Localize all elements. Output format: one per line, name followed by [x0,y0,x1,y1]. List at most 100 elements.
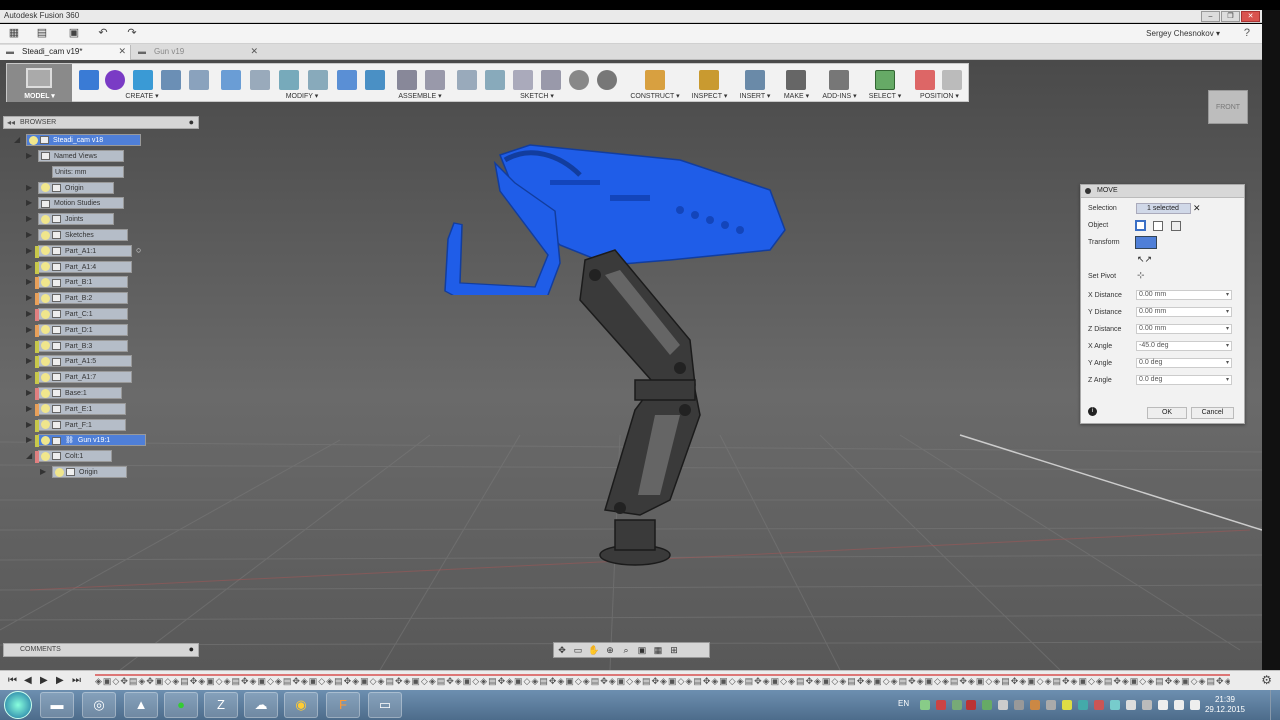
info-icon[interactable]: i [1088,407,1097,416]
assemble-menu[interactable]: ASSEMBLE ▾ [390,92,450,100]
construct-menu[interactable]: CONSTRUCT ▾ [625,92,685,100]
dropdown-arrow-icon[interactable]: ▾ [1226,291,1229,299]
expand-arrow-icon[interactable]: ▶ [26,262,32,271]
browser-item[interactable]: ▶ Part_B:1 [26,276,130,290]
expand-arrow-icon[interactable]: ▶ [26,435,32,444]
expand-arrow-icon[interactable]: ▶ [26,293,32,302]
rectangle-icon[interactable] [513,70,533,90]
tab-gun[interactable]: ▬ Gun v19 ✕ [132,45,262,60]
show-desktop-button[interactable] [1270,690,1280,720]
tray-icon[interactable] [1030,700,1040,710]
selection-chip[interactable]: 1 selected [1136,203,1191,214]
tray-icon[interactable] [920,700,930,710]
go-to-end-icon[interactable]: ⏭ [72,675,81,686]
visibility-bulb-icon[interactable] [41,214,50,224]
step-forward-icon[interactable]: ▶ [56,675,64,686]
sweep-icon[interactable] [189,70,209,90]
browser-item[interactable]: ▶ Base:1 [26,387,124,400]
tray-icon[interactable] [1094,700,1104,710]
step-back-icon[interactable]: ◀ [24,675,32,686]
cancel-button[interactable]: Cancel [1191,407,1234,419]
fit-icon[interactable]: ⌕ [618,643,634,657]
browser-item[interactable]: Units: mm [40,165,126,178]
browser-item[interactable]: ▶ Part_A1:7 [26,371,134,385]
visibility-bulb-icon[interactable] [41,388,50,398]
project-icon[interactable] [597,70,617,90]
tray-icon[interactable] [1062,700,1072,710]
dropdown-arrow-icon[interactable]: ▾ [1226,342,1229,350]
expand-arrow-icon[interactable]: ▶ [26,388,32,397]
close-tab-icon[interactable]: ✕ [250,46,258,57]
create-menu[interactable]: CREATE ▾ [117,92,167,100]
visibility-bulb-icon[interactable] [41,404,50,414]
faces-option-icon[interactable] [1171,221,1181,231]
display-icon[interactable]: ▭ [368,692,402,718]
network-icon[interactable] [1158,700,1168,710]
pin-icon[interactable]: ● [189,644,194,654]
help-icon[interactable]: ? [1244,27,1250,39]
battery-icon[interactable] [1190,700,1200,710]
tray-icon[interactable] [1126,700,1136,710]
revolve-icon[interactable] [161,70,181,90]
cloud-icon[interactable]: ☁ [244,692,278,718]
3d-viewport[interactable]: MODEL ▾ CREATE ▾ MODIFY ▾ ASSEMBLE ▾ SKE… [0,60,1262,670]
select-menu[interactable]: SELECT ▾ [865,92,905,100]
expand-arrow-icon[interactable]: ▶ [26,372,32,381]
visibility-bulb-icon[interactable] [41,293,50,303]
extrude-icon[interactable] [133,70,153,90]
browser-root[interactable]: ◢ Steadi_cam v18 [14,134,141,146]
visibility-bulb-icon[interactable] [55,467,64,477]
plane-icon[interactable] [645,70,665,90]
insert-image-icon[interactable] [745,70,765,90]
minimize-button[interactable]: – [1201,11,1220,22]
field-input[interactable]: 0.0 deg ▾ [1136,375,1232,385]
pan-icon[interactable]: ✋ [586,643,602,657]
spotify-icon[interactable]: ● [164,692,198,718]
app-icon[interactable]: ▲ [124,692,158,718]
tray-icon[interactable] [1110,700,1120,710]
browser-item[interactable]: ▶ Part_A1:1 ○ [26,244,141,258]
fillet-icon[interactable] [250,70,270,90]
redo-icon[interactable]: ↷ [124,26,140,41]
browser-item[interactable]: ▶ Named Views [26,150,126,162]
zoom-icon[interactable]: ⊕ [602,643,618,657]
chamfer-icon[interactable] [279,70,299,90]
tray-icon[interactable] [1014,700,1024,710]
visibility-bulb-icon[interactable] [41,262,50,272]
scripts-icon[interactable] [829,70,849,90]
translate-icon[interactable]: ↖↗ [1137,254,1152,265]
pivot-icon[interactable]: ⊹ [1137,270,1145,281]
tray-icon[interactable] [1078,700,1088,710]
timeline-settings-icon[interactable]: ⚙ [1261,673,1272,687]
ok-button[interactable]: OK [1147,407,1187,419]
display-settings-icon[interactable]: ▣ [634,643,650,657]
close-tab-icon[interactable]: ✕ [118,46,126,57]
position-menu[interactable]: POSITION ▾ [912,92,967,100]
capture-position-icon[interactable] [942,70,962,90]
modify-menu[interactable]: MODIFY ▾ [277,92,327,100]
expand-arrow-icon[interactable]: ▶ [26,309,32,318]
tray-icon[interactable] [998,700,1008,710]
tray-icon[interactable] [936,700,946,710]
clear-selection-icon[interactable]: ✕ [1193,203,1201,214]
expand-arrow-icon[interactable]: ▶ [26,341,32,350]
field-input[interactable]: 0.00 mm ▾ [1136,307,1232,317]
browser-item[interactable]: ▶ Part_A1:5 [26,355,134,369]
components-option-icon[interactable] [1153,221,1163,231]
tab-steadi-cam[interactable]: ▬ Steadi_cam v19* ✕ [0,45,131,60]
view-cube[interactable]: FRONT [1208,90,1248,124]
chrome-icon[interactable]: ◉ [284,692,318,718]
browser-item[interactable]: ▶ Part_C:1 [26,308,130,321]
play-icon[interactable]: ▶ [40,675,48,686]
dropdown-arrow-icon[interactable]: ▾ [1226,376,1229,384]
orbit-icon[interactable]: ✥ [554,643,570,657]
visibility-bulb-icon[interactable] [41,420,50,430]
dropdown-arrow-icon[interactable]: ▾ [1226,359,1229,367]
field-input[interactable]: -45.0 deg ▾ [1136,341,1232,351]
visibility-bulb-icon[interactable] [41,451,50,461]
new-component-icon[interactable] [397,70,417,90]
visibility-bulb-icon[interactable] [41,325,50,335]
go-to-start-icon[interactable]: ⏮ [8,675,17,686]
visibility-bulb-icon[interactable] [41,183,50,193]
tray-icon[interactable] [982,700,992,710]
